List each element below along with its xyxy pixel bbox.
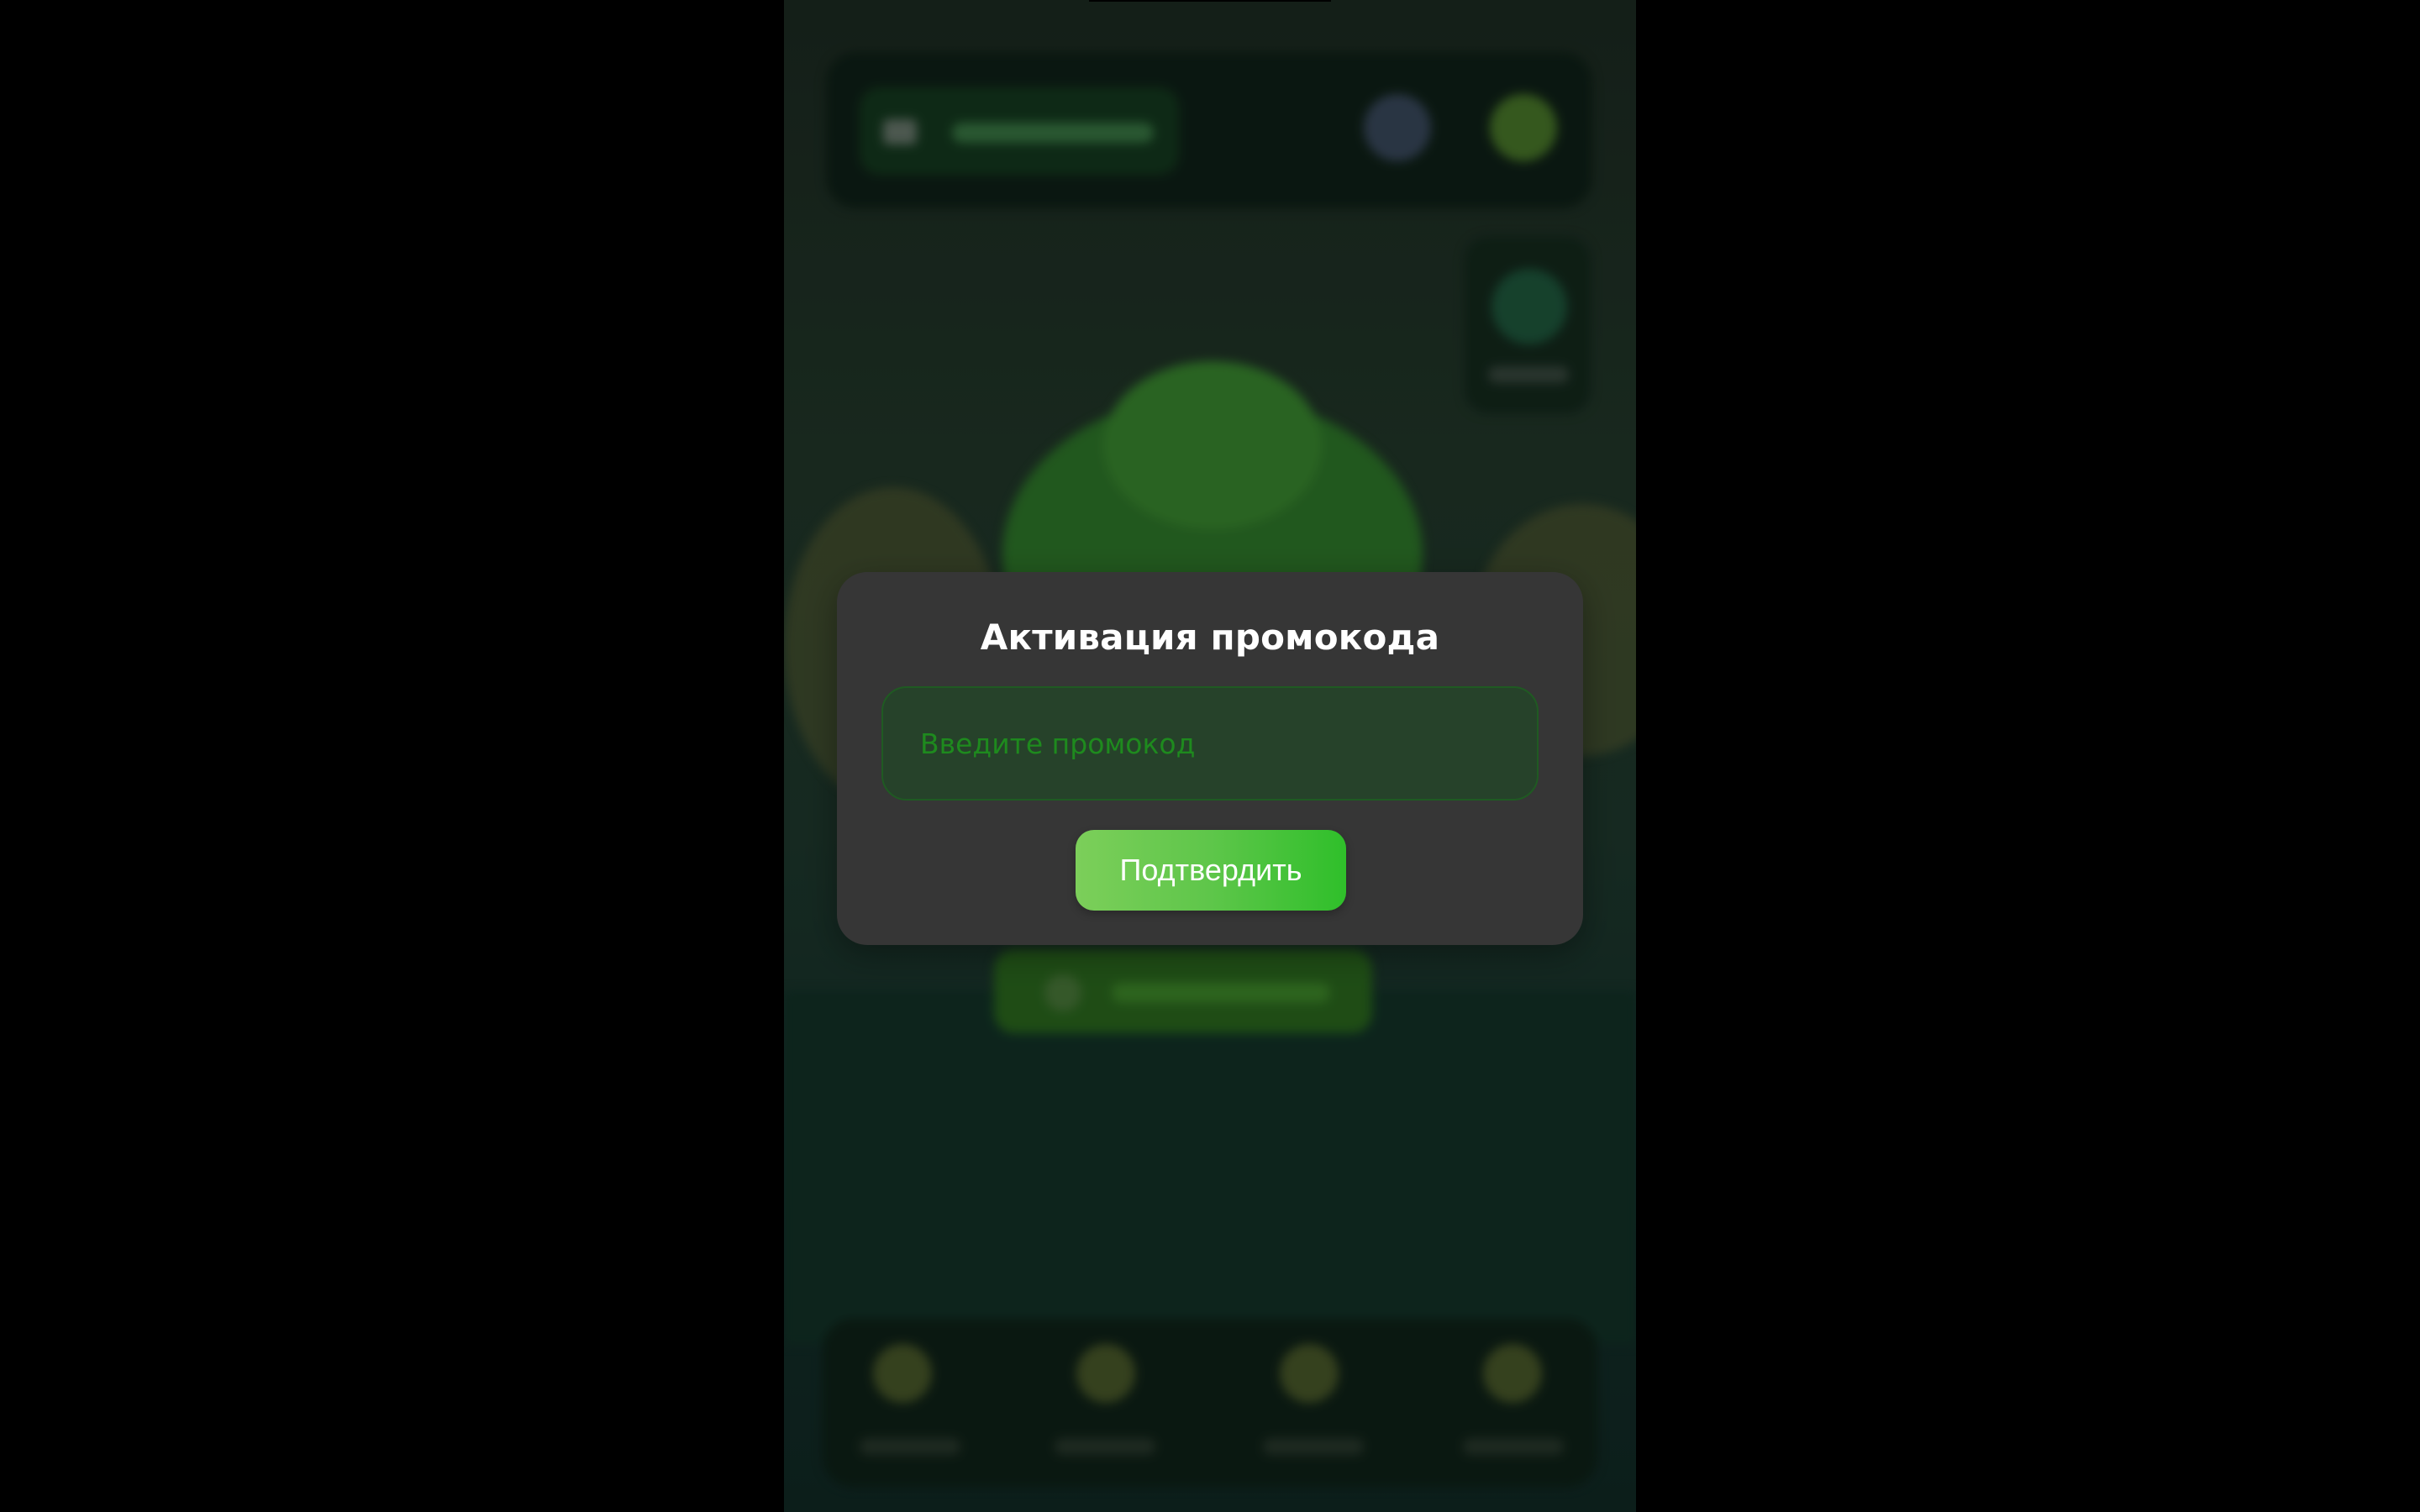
modal-title: Активация промокода bbox=[980, 617, 1440, 658]
confirm-button[interactable]: Подтвердить bbox=[1076, 830, 1346, 911]
promo-code-modal: Активация промокода Подтвердить bbox=[837, 572, 1583, 945]
promo-code-input[interactable] bbox=[881, 686, 1539, 801]
screen: Активация промокода Подтвердить bbox=[0, 0, 2420, 1512]
notch bbox=[1089, 0, 1331, 2]
app-viewport: Активация промокода Подтвердить bbox=[784, 0, 1636, 1512]
